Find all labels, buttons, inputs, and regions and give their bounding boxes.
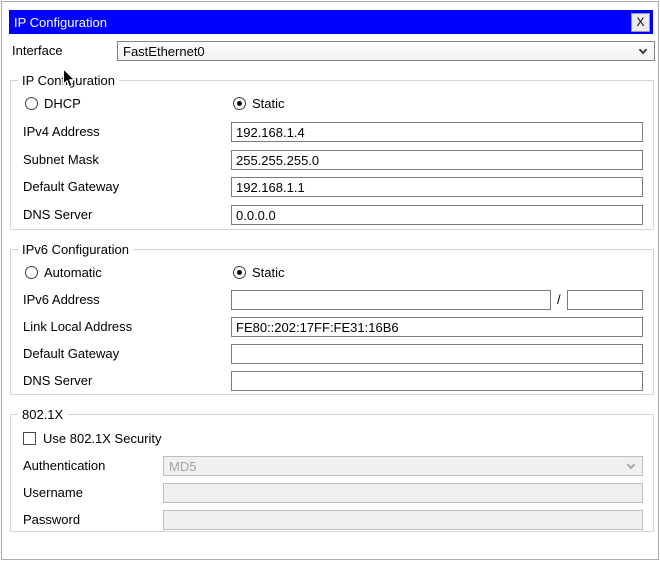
ipv6-automatic-radio[interactable] (25, 266, 38, 279)
dot1x-group-title: 802.1X (18, 405, 67, 425)
ipv4-dns-server-label: DNS Server (23, 205, 92, 225)
ipv6-address-label: IPv6 Address (23, 290, 100, 310)
dhcp-radio-label[interactable]: DHCP (44, 94, 81, 114)
chevron-down-icon (627, 461, 635, 469)
ipv4-dns-server-input[interactable] (231, 205, 643, 225)
interface-label: Interface (12, 41, 63, 61)
ipv6-group: IPv6 Configuration Automatic Static IPv6… (10, 249, 654, 395)
ipv4-static-radio-label[interactable]: Static (252, 94, 285, 114)
authentication-selected-value: MD5 (169, 458, 196, 475)
link-local-address-label: Link Local Address (23, 317, 132, 337)
ipv6-default-gateway-label: Default Gateway (23, 344, 119, 364)
subnet-mask-label: Subnet Mask (23, 150, 99, 170)
close-icon: X (636, 15, 644, 29)
username-input (163, 483, 643, 503)
ipv6-prefix-input[interactable] (567, 290, 643, 310)
ipv6-default-gateway-input[interactable] (231, 344, 643, 364)
ipv6-static-radio[interactable] (233, 266, 246, 279)
ipv6-automatic-radio-label[interactable]: Automatic (44, 263, 102, 283)
dot1x-group: 802.1X Use 802.1X Security Authenticatio… (10, 414, 654, 532)
interface-selected-value: FastEthernet0 (123, 43, 205, 60)
username-label: Username (23, 483, 83, 503)
password-input (163, 510, 643, 530)
ipv4-address-input[interactable] (231, 122, 643, 142)
ipv4-default-gateway-input[interactable] (231, 177, 643, 197)
mouse-cursor-icon (62, 68, 76, 89)
ipv6-prefix-separator: / (557, 290, 561, 310)
password-label: Password (23, 510, 80, 530)
ipv4-group: IP Configuration DHCP Static IPv4 Addres… (10, 80, 654, 230)
ipv6-group-title: IPv6 Configuration (18, 240, 133, 260)
close-button[interactable]: X (631, 13, 650, 32)
link-local-address-input[interactable] (231, 317, 643, 337)
chevron-down-icon (639, 46, 647, 54)
ipv6-static-radio-label[interactable]: Static (252, 263, 285, 283)
interface-select[interactable]: FastEthernet0 (117, 41, 655, 61)
ipv4-static-radio[interactable] (233, 97, 246, 110)
ipv4-default-gateway-label: Default Gateway (23, 177, 119, 197)
ipv4-address-label: IPv4 Address (23, 122, 100, 142)
ipv6-dns-server-label: DNS Server (23, 371, 92, 391)
use-dot1x-security-checkbox[interactable] (23, 432, 36, 445)
authentication-label: Authentication (23, 456, 105, 476)
ipv6-dns-server-input[interactable] (231, 371, 643, 391)
ip-configuration-dialog: IP Configuration X Interface FastEtherne… (1, 1, 659, 560)
window-title: IP Configuration (14, 15, 631, 30)
authentication-select: MD5 (163, 456, 643, 476)
use-dot1x-security-label[interactable]: Use 802.1X Security (43, 429, 162, 449)
title-bar[interactable]: IP Configuration X (9, 10, 653, 34)
ipv6-address-input[interactable] (231, 290, 551, 310)
dhcp-radio[interactable] (25, 97, 38, 110)
subnet-mask-input[interactable] (231, 150, 643, 170)
